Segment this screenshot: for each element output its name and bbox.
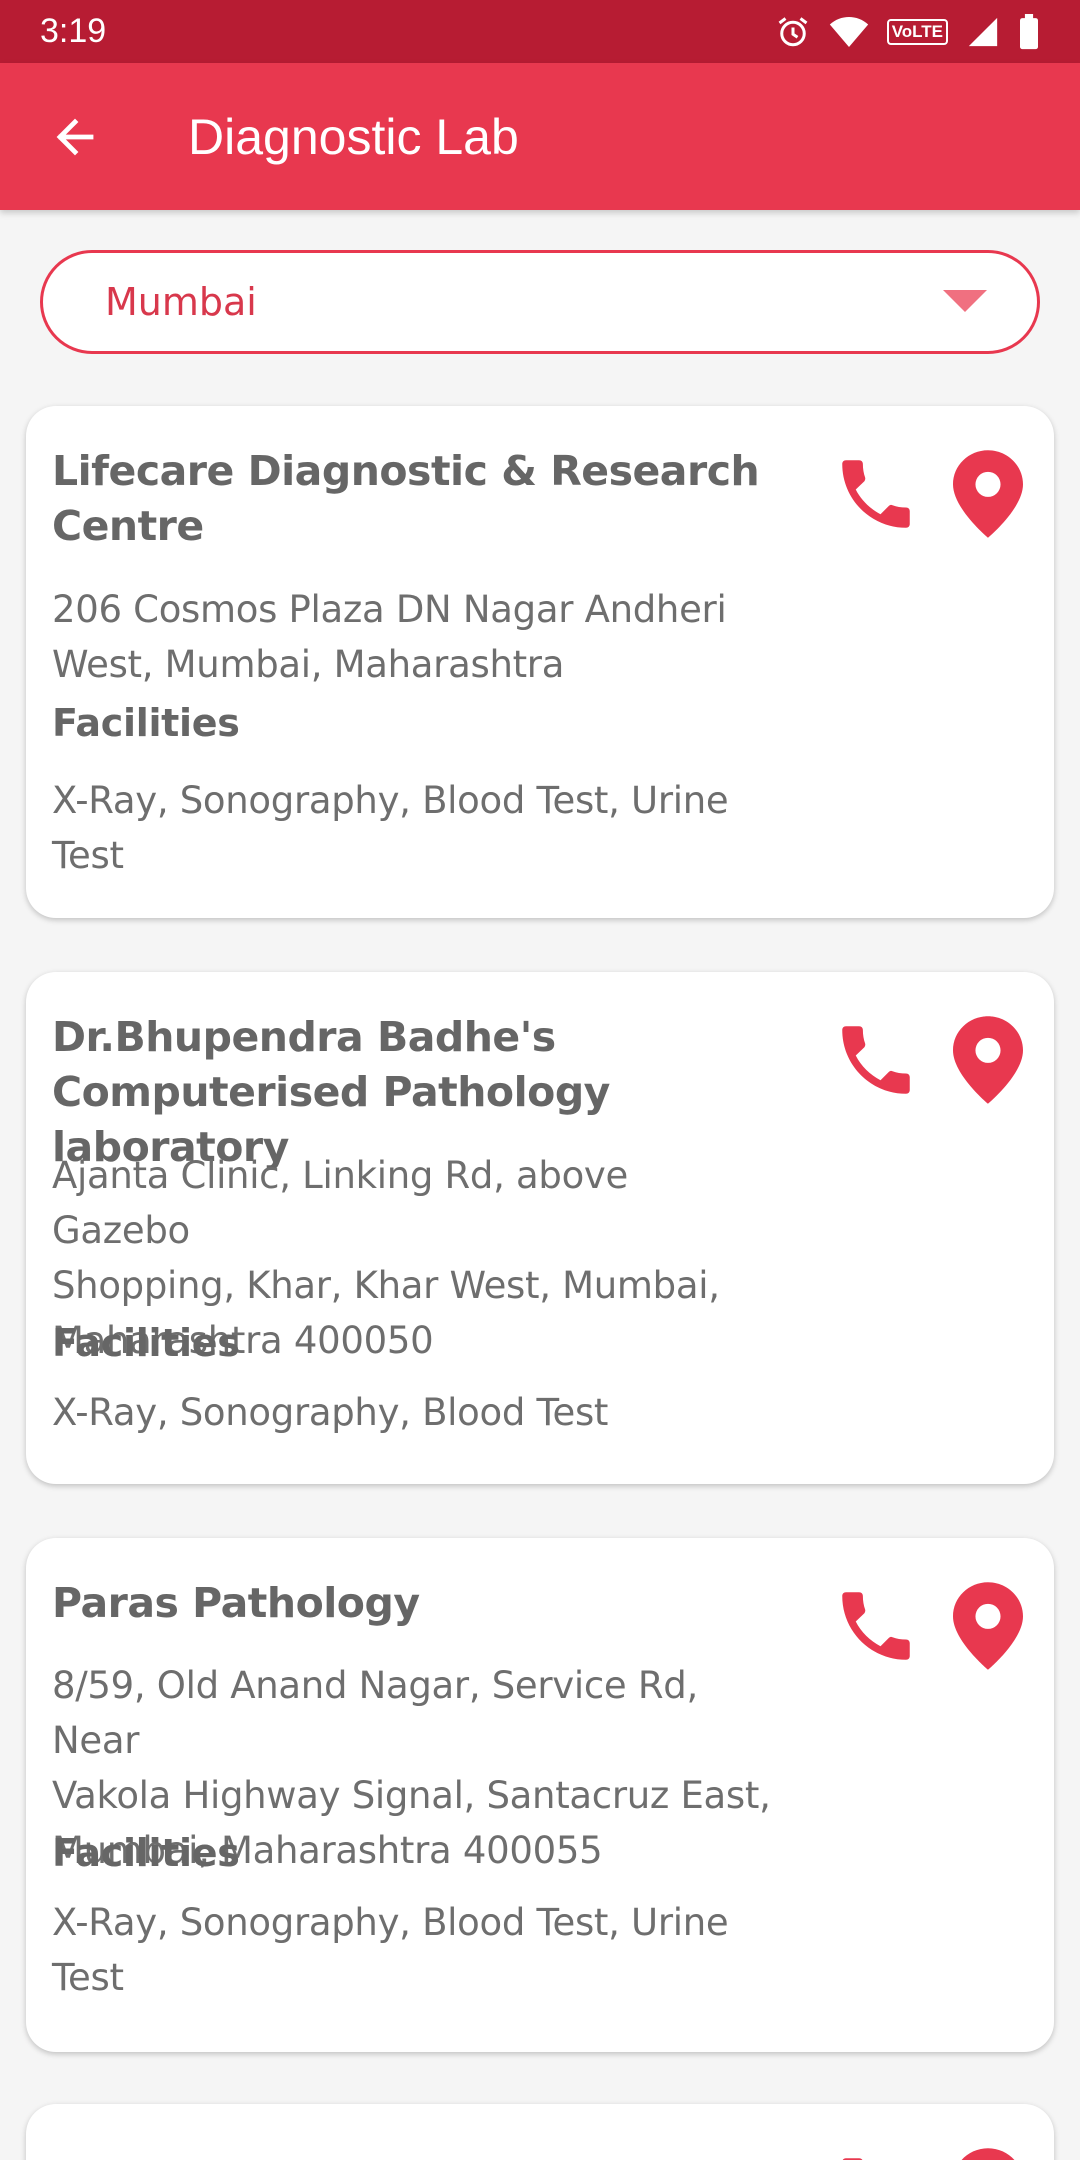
phone-icon (842, 1592, 910, 1660)
lab-facilities: X-Ray, Sonography, Blood Test (52, 1391, 609, 1434)
city-dropdown[interactable]: Mumbai (40, 250, 1040, 354)
status-icons: VoLTE (775, 13, 1040, 50)
wifi-icon (829, 16, 868, 47)
alarm-icon (778, 16, 808, 46)
lab-name: Paras Pathology (52, 1579, 420, 1627)
facilities-label: Facilities (52, 1831, 240, 1875)
back-button[interactable] (40, 102, 110, 172)
lab-facilities: X-Ray, Sonography, Blood Test, Urine Tes… (52, 1901, 729, 1999)
facilities-label: Facilities (52, 701, 240, 745)
location-button[interactable] (938, 2142, 1038, 2160)
volte-icon: VoLTE (886, 18, 948, 45)
location-button[interactable] (938, 1576, 1038, 1676)
call-button[interactable] (826, 2142, 926, 2160)
map-pin-icon (953, 1016, 1023, 1104)
lab-card[interactable]: Dr.Bhupendra Badhe's Computerised Pathol… (26, 972, 1054, 1484)
signal-icon (968, 17, 998, 46)
status-time: 3:19 (40, 12, 107, 50)
lab-name: Lifecare Diagnostic & Research Centre (52, 447, 760, 550)
location-button[interactable] (938, 444, 1038, 544)
city-dropdown-value: Mumbai (105, 280, 257, 324)
lab-card[interactable]: Paras Pathology 8/59, Old Anand Nagar, S… (26, 1538, 1054, 2052)
phone-icon (842, 2158, 863, 2160)
map-pin-icon (961, 2148, 1015, 2160)
lab-address: 206 Cosmos Plaza DN Nagar Andheri West, … (52, 588, 727, 686)
arrow-left-icon (56, 118, 94, 155)
app-bar: Diagnostic Lab (0, 63, 1080, 210)
lab-card[interactable]: Lifecare Diagnostic & Research Centre 20… (26, 406, 1054, 918)
call-button[interactable] (826, 1576, 926, 1676)
phone-icon (842, 460, 910, 528)
lab-card[interactable] (26, 2104, 1054, 2160)
lab-facilities: X-Ray, Sonography, Blood Test, Urine Tes… (52, 779, 729, 877)
page-title: Diagnostic Lab (188, 108, 519, 165)
triangle-down-icon (943, 290, 987, 312)
status-bar: 3:19 VoLTE (0, 0, 1080, 63)
map-pin-icon (953, 450, 1023, 538)
battery-icon (1020, 13, 1038, 49)
call-button[interactable] (826, 1010, 926, 1110)
call-button[interactable] (826, 444, 926, 544)
facilities-label: Facilities (52, 1321, 240, 1365)
location-button[interactable] (938, 1010, 1038, 1110)
phone-icon (842, 1026, 910, 1094)
map-pin-icon (953, 1582, 1023, 1670)
